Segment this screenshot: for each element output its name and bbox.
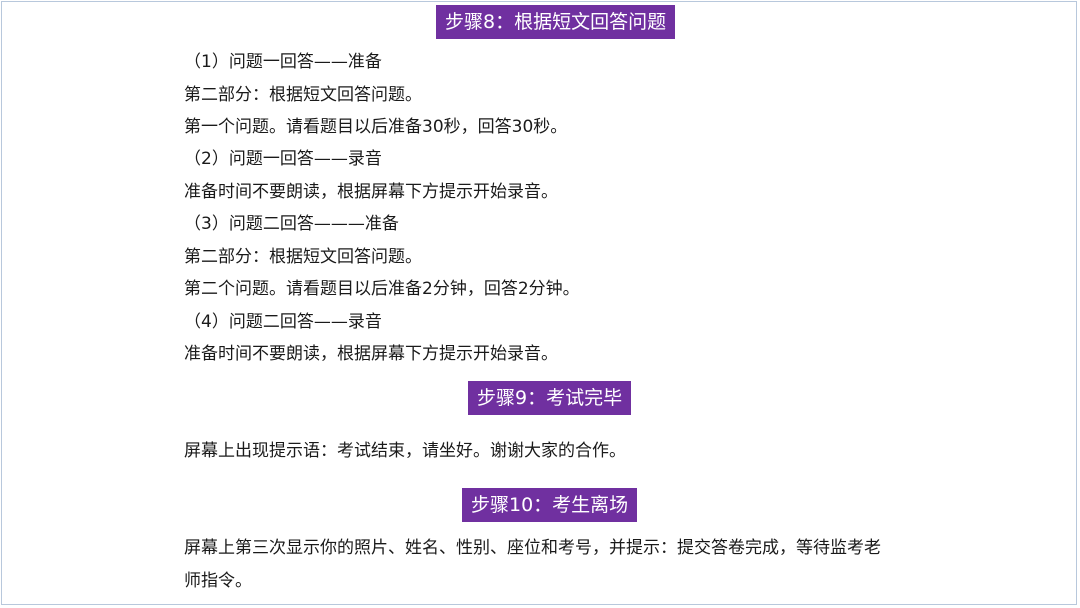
step8-line-9: （4）问题二回答——录音 [184, 312, 382, 332]
step8-line-7: 第二部分：根据短文回答问题。 [184, 247, 422, 267]
step8-line-3: 第一个问题。请看题目以后准备30秒，回答30秒。 [184, 117, 568, 137]
step9-line-1: 屏幕上出现提示语：考试结束，请坐好。谢谢大家的合作。 [184, 441, 626, 461]
step8-line-10: 准备时间不要朗读，根据屏幕下方提示开始录音。 [184, 344, 558, 364]
step8-line-4: （2）问题一回答——录音 [184, 149, 382, 169]
step8-line-2: 第二部分：根据短文回答问题。 [184, 85, 422, 105]
step9-title-banner: 步骤9：考试完毕 [468, 381, 632, 415]
step8-line-5: 准备时间不要朗读，根据屏幕下方提示开始录音。 [184, 182, 558, 202]
step10-title-banner: 步骤10：考生离场 [462, 488, 638, 522]
step8-line-8: 第二个问题。请看题目以后准备2分钟，回答2分钟。 [184, 279, 580, 299]
step8-title-banner: 步骤8：根据短文回答问题 [436, 5, 676, 39]
step8-line-1: （1）问题一回答——准备 [184, 52, 382, 72]
step10-line-1: 屏幕上第三次显示你的照片、姓名、性别、座位和考号，并提示：提交答卷完成，等待监考… [184, 538, 881, 558]
step8-line-6: （3）问题二回答———准备 [184, 214, 399, 234]
step10-line-2: 师指令。 [184, 571, 252, 591]
